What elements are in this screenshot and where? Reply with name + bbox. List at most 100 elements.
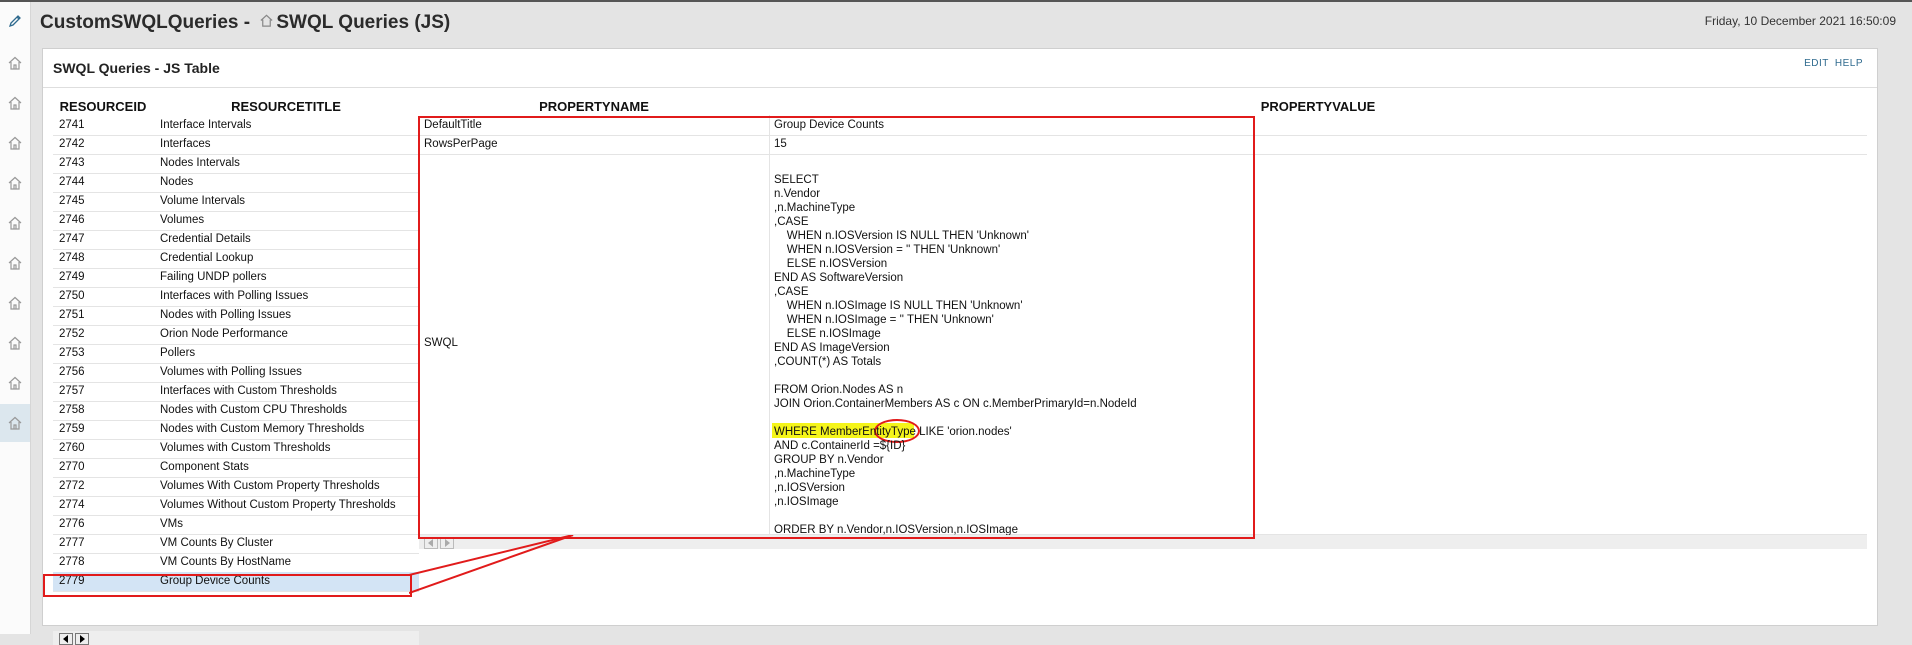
page-title-view: SWQL Queries (JS) bbox=[276, 12, 451, 33]
nav-button-8[interactable] bbox=[0, 324, 30, 362]
table-row[interactable]: 2770 Component Stats bbox=[53, 458, 419, 478]
resource-title-cell: Nodes Intervals bbox=[160, 157, 240, 169]
resource-title-cell: Orion Node Performance bbox=[160, 328, 288, 340]
resource-id-cell: 2776 bbox=[59, 518, 85, 530]
nav-button-6[interactable] bbox=[0, 244, 30, 282]
table-row[interactable]: 2748 Credential Lookup bbox=[53, 249, 419, 269]
help-link[interactable]: HELP bbox=[1835, 58, 1863, 69]
resource-panel: SWQL Queries - JS Table EDIT HELP RESOURC… bbox=[42, 48, 1878, 645]
home-icon bbox=[8, 296, 22, 310]
table-row[interactable]: 2758 Nodes with Custom CPU Thresholds bbox=[53, 401, 419, 421]
resource-title-cell: VM Counts By HostName bbox=[160, 556, 292, 568]
properties-outline bbox=[418, 116, 1255, 539]
table-row[interactable]: 2747 Credential Details bbox=[53, 230, 419, 250]
resource-title-cell: Nodes with Custom CPU Thresholds bbox=[160, 404, 348, 416]
column-header-propertyname[interactable]: PROPERTYNAME bbox=[419, 97, 769, 116]
table-row[interactable]: 2776 VMs bbox=[53, 515, 419, 535]
table-row[interactable]: 2760 Volumes with Custom Thresholds bbox=[53, 439, 419, 459]
panel-links: EDIT HELP bbox=[1798, 58, 1863, 69]
resource-id-cell: 2757 bbox=[59, 385, 85, 397]
table-row[interactable]: 2757 Interfaces with Custom Thresholds bbox=[53, 382, 419, 402]
table-row[interactable]: 2752 Orion Node Performance bbox=[53, 325, 419, 345]
arrow-left-icon bbox=[63, 635, 68, 643]
home-icon bbox=[8, 56, 22, 70]
column-header-propertyvalue[interactable]: PROPERTYVALUE bbox=[769, 97, 1867, 116]
table-row[interactable]: 2749 Failing UNDP pollers bbox=[53, 268, 419, 288]
resource-id-cell: 2749 bbox=[59, 271, 85, 283]
resource-title-cell: Interface Intervals bbox=[160, 119, 252, 131]
resource-id-cell: 2774 bbox=[59, 499, 85, 511]
table-row[interactable]: 2744 Nodes bbox=[53, 173, 419, 193]
scroll-right-button[interactable] bbox=[75, 633, 89, 645]
table-row[interactable]: 2751 Nodes with Polling Issues bbox=[53, 306, 419, 326]
resource-id-cell: 2751 bbox=[59, 309, 85, 321]
resource-id-cell: 2752 bbox=[59, 328, 85, 340]
nav-button-10[interactable] bbox=[0, 404, 30, 442]
resource-title-cell: Interfaces bbox=[160, 138, 211, 150]
table-row[interactable]: 2746 Volumes bbox=[53, 211, 419, 231]
edit-link[interactable]: EDIT bbox=[1804, 58, 1829, 69]
table-row[interactable]: 2742 Interfaces bbox=[53, 135, 419, 155]
nav-button-1[interactable] bbox=[0, 44, 30, 82]
table-row[interactable]: 2778 VM Counts By HostName bbox=[53, 553, 419, 573]
resource-title-cell: Interfaces with Custom Thresholds bbox=[160, 385, 337, 397]
resource-title-cell: Volumes bbox=[160, 214, 205, 226]
resource-title-cell: Pollers bbox=[160, 347, 196, 359]
home-icon bbox=[8, 216, 22, 230]
nav-button-9[interactable] bbox=[0, 364, 30, 402]
home-icon bbox=[8, 176, 22, 190]
resource-id-cell: 2772 bbox=[59, 480, 85, 492]
resource-title-cell: Credential Lookup bbox=[160, 252, 254, 264]
resource-id-cell: 2748 bbox=[59, 252, 85, 264]
home-icon bbox=[8, 376, 22, 390]
home-icon bbox=[8, 256, 22, 270]
resource-id-cell: 2770 bbox=[59, 461, 85, 473]
resource-id-cell: 2760 bbox=[59, 442, 85, 454]
table-row[interactable]: 2750 Interfaces with Polling Issues bbox=[53, 287, 419, 307]
table-row[interactable]: 2774 Volumes Without Custom Property Thre… bbox=[53, 496, 419, 516]
nav-button-5[interactable] bbox=[0, 204, 30, 242]
resource-id-cell: 2759 bbox=[59, 423, 85, 435]
table-row[interactable]: 2743 Nodes Intervals bbox=[53, 154, 419, 174]
home-icon bbox=[260, 14, 273, 27]
scroll-left-button[interactable] bbox=[59, 633, 73, 645]
nav-button-7[interactable] bbox=[0, 284, 30, 322]
resource-title-cell: VMs bbox=[160, 518, 183, 530]
resource-id-cell: 2750 bbox=[59, 290, 85, 302]
resource-id-cell: 2742 bbox=[59, 138, 85, 150]
resource-id-cell: 2744 bbox=[59, 176, 85, 188]
table-row[interactable]: 2772 Volumes With Custom Property Thresho… bbox=[53, 477, 419, 497]
resource-id-cell: 2753 bbox=[59, 347, 85, 359]
panel-header: SWQL Queries - JS Table EDIT HELP bbox=[43, 49, 1877, 88]
arrow-right-icon bbox=[80, 635, 85, 643]
table-row[interactable]: 2777 VM Counts By Cluster bbox=[53, 534, 419, 554]
resource-title-cell: Component Stats bbox=[160, 461, 249, 473]
resources-scrollbar[interactable] bbox=[53, 631, 419, 645]
resource-title-cell: Volumes with Custom Thresholds bbox=[160, 442, 331, 454]
nav-button-0[interactable] bbox=[0, 2, 30, 40]
resource-title-cell: VM Counts By Cluster bbox=[160, 537, 274, 549]
table-row[interactable]: 2759 Nodes with Custom Memory Thresholds bbox=[53, 420, 419, 440]
table-row[interactable]: 2753 Pollers bbox=[53, 344, 419, 364]
resource-id-cell: 2758 bbox=[59, 404, 85, 416]
table-row[interactable]: 2756 Volumes with Polling Issues bbox=[53, 363, 419, 383]
edit-icon bbox=[8, 15, 21, 28]
resource-id-cell: 2747 bbox=[59, 233, 85, 245]
table-row[interactable]: 2745 Volume Intervals bbox=[53, 192, 419, 212]
resource-title-cell: Interfaces with Polling Issues bbox=[160, 290, 309, 302]
home-icon bbox=[8, 96, 22, 110]
resource-title-cell: Credential Details bbox=[160, 233, 251, 245]
resource-title-cell: Volume Intervals bbox=[160, 195, 246, 207]
panel-title: SWQL Queries - JS Table bbox=[53, 60, 220, 76]
selected-row-outline bbox=[43, 574, 412, 597]
resource-id-cell: 2746 bbox=[59, 214, 85, 226]
nav-button-3[interactable] bbox=[0, 124, 30, 162]
resource-title-cell: Nodes with Polling Issues bbox=[160, 309, 292, 321]
nav-button-2[interactable] bbox=[0, 84, 30, 122]
home-icon bbox=[8, 136, 22, 150]
resource-title-cell: Nodes bbox=[160, 176, 194, 188]
table-row[interactable]: 2741 Interface Intervals bbox=[53, 116, 419, 136]
column-header-resourcetitle[interactable]: RESOURCETITLE bbox=[153, 97, 419, 116]
nav-button-4[interactable] bbox=[0, 164, 30, 202]
column-header-resourceid[interactable]: RESOURCEID bbox=[53, 97, 153, 116]
